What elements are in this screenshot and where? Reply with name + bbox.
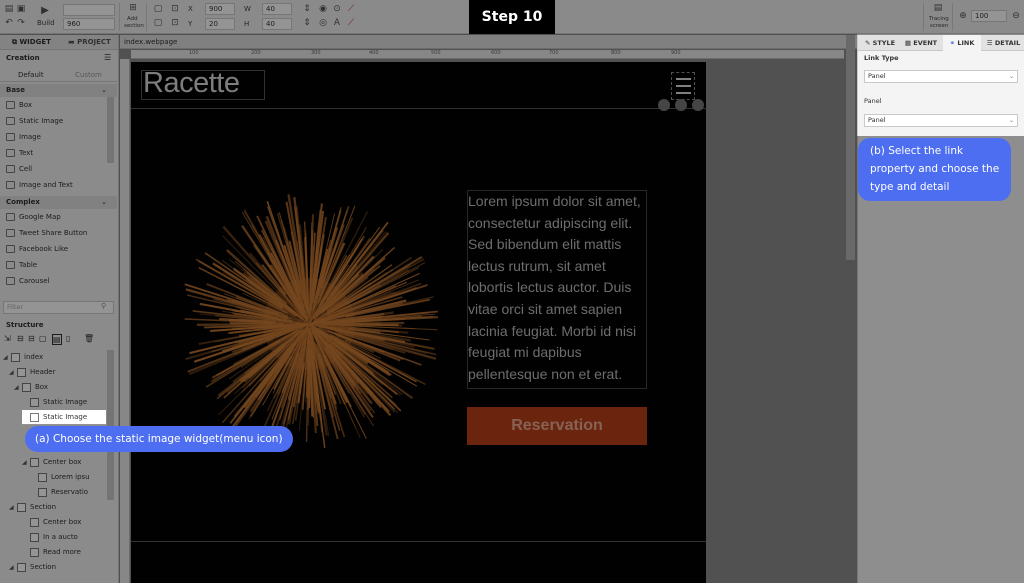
detail-icon: ☰ [986, 39, 995, 47]
callout-a: (a) Choose the static image widget(menu … [25, 426, 293, 452]
tab-link[interactable]: ⚭ LINK [943, 35, 981, 51]
panel-label: Panel [864, 97, 882, 105]
dim-overlay [555, 0, 1024, 34]
highlight-static-image-item[interactable]: Static Image [22, 410, 106, 424]
tab-event[interactable]: ▦ EVENT [901, 35, 941, 51]
dim-overlay [0, 34, 857, 583]
tab-detail[interactable]: ☰ DETAIL [983, 35, 1024, 51]
dim-overlay [0, 0, 469, 34]
callout-b: (b) Select the link property and choose … [858, 138, 1011, 201]
dim-overlay [857, 136, 1024, 583]
link-type-label: Link Type [864, 54, 899, 62]
step-banner: Step 10 [469, 0, 555, 34]
chevron-down-icon: ⌄ [1008, 117, 1014, 124]
link-type-select[interactable]: Panel ⌄ [864, 70, 1018, 83]
panel-select[interactable]: Panel ⌄ [864, 114, 1018, 127]
tab-style[interactable]: ✎ STYLE [861, 35, 899, 51]
style-icon: ✎ [864, 39, 873, 47]
chevron-down-icon: ⌄ [1008, 73, 1014, 80]
